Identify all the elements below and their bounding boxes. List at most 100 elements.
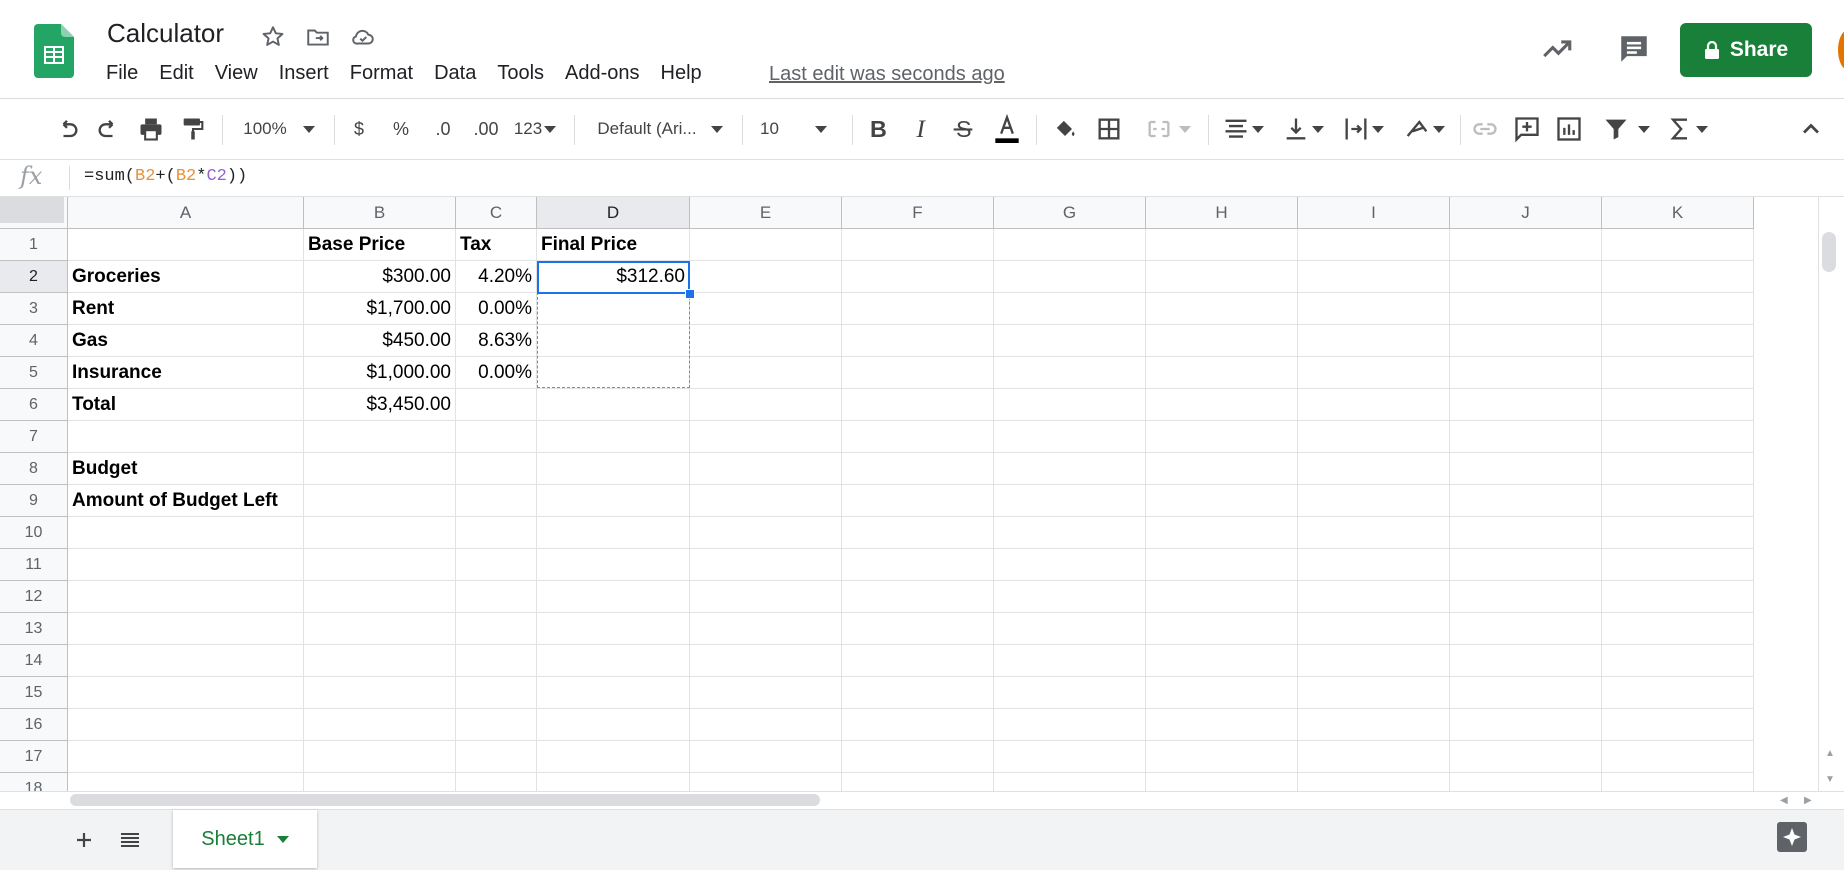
cell-c12[interactable] bbox=[456, 581, 537, 613]
cell-j9[interactable] bbox=[1450, 485, 1602, 517]
cell-b4[interactable]: $450.00 bbox=[304, 325, 456, 357]
cell-c4[interactable]: 8.63% bbox=[456, 325, 537, 357]
cell-h11[interactable] bbox=[1146, 549, 1298, 581]
share-button[interactable]: Share bbox=[1680, 23, 1812, 77]
cell-c14[interactable] bbox=[456, 645, 537, 677]
cell-c16[interactable] bbox=[456, 709, 537, 741]
cell-f10[interactable] bbox=[842, 517, 994, 549]
cell-k6[interactable] bbox=[1602, 389, 1754, 421]
font-size-select[interactable]: 10 bbox=[760, 111, 844, 147]
cell-h2[interactable] bbox=[1146, 261, 1298, 293]
more-formats-button[interactable]: 123 bbox=[510, 111, 560, 147]
cell-f15[interactable] bbox=[842, 677, 994, 709]
font-family-select[interactable]: Default (Ari... bbox=[590, 111, 730, 147]
cell-c1[interactable]: Tax bbox=[456, 229, 537, 261]
cell-d12[interactable] bbox=[537, 581, 690, 613]
cell-j11[interactable] bbox=[1450, 549, 1602, 581]
cell-c6[interactable] bbox=[456, 389, 537, 421]
cell-i1[interactable] bbox=[1298, 229, 1450, 261]
scroll-up-arrow-icon[interactable]: ▲ bbox=[1825, 748, 1835, 759]
cell-e5[interactable] bbox=[690, 357, 842, 389]
cell-j12[interactable] bbox=[1450, 581, 1602, 613]
menu-view[interactable]: View bbox=[215, 62, 258, 88]
cell-k11[interactable] bbox=[1602, 549, 1754, 581]
horizontal-scroll-thumb[interactable] bbox=[70, 794, 820, 806]
cell-g4[interactable] bbox=[994, 325, 1146, 357]
italic-button[interactable]: I bbox=[906, 111, 936, 147]
cell-e4[interactable] bbox=[690, 325, 842, 357]
vertical-scroll-thumb[interactable] bbox=[1822, 232, 1836, 272]
cell-e12[interactable] bbox=[690, 581, 842, 613]
chevron-down-icon[interactable] bbox=[276, 835, 289, 843]
cell-b11[interactable] bbox=[304, 549, 456, 581]
cell-e2[interactable] bbox=[690, 261, 842, 293]
cell-k8[interactable] bbox=[1602, 453, 1754, 485]
cell-j17[interactable] bbox=[1450, 741, 1602, 773]
cell-f17[interactable] bbox=[842, 741, 994, 773]
cell-h13[interactable] bbox=[1146, 613, 1298, 645]
cell-d13[interactable] bbox=[537, 613, 690, 645]
cell-k7[interactable] bbox=[1602, 421, 1754, 453]
cell-a11[interactable] bbox=[68, 549, 304, 581]
spreadsheet-grid[interactable]: A B C D E F G H I J K 1 Base Price Tax Final Price 2 Gro… bbox=[0, 197, 1818, 791]
vertical-align-button[interactable] bbox=[1278, 111, 1328, 147]
explore-button[interactable] bbox=[1777, 822, 1807, 852]
cell-k13[interactable] bbox=[1602, 613, 1754, 645]
row-header-18[interactable]: 18 bbox=[0, 773, 68, 791]
cell-f4[interactable] bbox=[842, 325, 994, 357]
cell-k2[interactable] bbox=[1602, 261, 1754, 293]
row-header-6[interactable]: 6 bbox=[0, 389, 68, 421]
row-header-8[interactable]: 8 bbox=[0, 453, 68, 485]
cell-g11[interactable] bbox=[994, 549, 1146, 581]
cell-c18[interactable] bbox=[456, 773, 537, 791]
cell-d16[interactable] bbox=[537, 709, 690, 741]
cell-a9[interactable]: Amount of Budget Left bbox=[68, 485, 304, 517]
text-rotation-button[interactable] bbox=[1396, 111, 1452, 147]
cell-j14[interactable] bbox=[1450, 645, 1602, 677]
cell-g1[interactable] bbox=[994, 229, 1146, 261]
cell-b13[interactable] bbox=[304, 613, 456, 645]
column-header-a[interactable]: A bbox=[68, 197, 304, 229]
cell-d7[interactable] bbox=[537, 421, 690, 453]
cell-a2[interactable]: Groceries bbox=[68, 261, 304, 293]
scroll-left-arrow-icon[interactable]: ◀ bbox=[1780, 795, 1788, 806]
cell-d17[interactable] bbox=[537, 741, 690, 773]
cell-a17[interactable] bbox=[68, 741, 304, 773]
cell-f16[interactable] bbox=[842, 709, 994, 741]
row-header-14[interactable]: 14 bbox=[0, 645, 68, 677]
cell-h17[interactable] bbox=[1146, 741, 1298, 773]
cell-g7[interactable] bbox=[994, 421, 1146, 453]
cell-g2[interactable] bbox=[994, 261, 1146, 293]
cell-j16[interactable] bbox=[1450, 709, 1602, 741]
cell-b5[interactable]: $1,000.00 bbox=[304, 357, 456, 389]
cell-i8[interactable] bbox=[1298, 453, 1450, 485]
cell-b9[interactable] bbox=[304, 485, 456, 517]
cell-d10[interactable] bbox=[537, 517, 690, 549]
fill-handle[interactable] bbox=[685, 289, 695, 299]
fill-color-button[interactable] bbox=[1048, 111, 1082, 147]
cell-h8[interactable] bbox=[1146, 453, 1298, 485]
cell-g10[interactable] bbox=[994, 517, 1146, 549]
cell-g13[interactable] bbox=[994, 613, 1146, 645]
cell-e9[interactable] bbox=[690, 485, 842, 517]
cell-c17[interactable] bbox=[456, 741, 537, 773]
cell-e11[interactable] bbox=[690, 549, 842, 581]
cell-k18[interactable] bbox=[1602, 773, 1754, 791]
cell-h4[interactable] bbox=[1146, 325, 1298, 357]
cell-i5[interactable] bbox=[1298, 357, 1450, 389]
column-header-f[interactable]: F bbox=[842, 197, 994, 229]
row-header-1[interactable]: 1 bbox=[0, 229, 68, 261]
cell-k16[interactable] bbox=[1602, 709, 1754, 741]
column-header-b[interactable]: B bbox=[304, 197, 456, 229]
cell-f13[interactable] bbox=[842, 613, 994, 645]
cell-j6[interactable] bbox=[1450, 389, 1602, 421]
row-header-9[interactable]: 9 bbox=[0, 485, 68, 517]
cell-h3[interactable] bbox=[1146, 293, 1298, 325]
cell-e7[interactable] bbox=[690, 421, 842, 453]
column-header-e[interactable]: E bbox=[690, 197, 842, 229]
borders-button[interactable] bbox=[1092, 111, 1126, 147]
menu-tools[interactable]: Tools bbox=[497, 62, 544, 88]
text-color-button[interactable] bbox=[990, 111, 1024, 147]
cell-a7[interactable] bbox=[68, 421, 304, 453]
all-sheets-button[interactable] bbox=[116, 826, 144, 854]
